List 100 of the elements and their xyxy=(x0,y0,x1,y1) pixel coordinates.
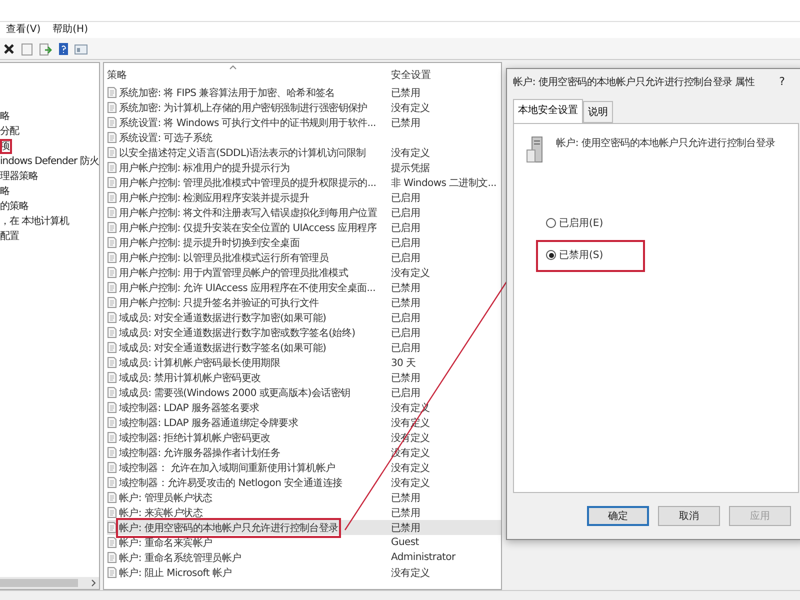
policy-row[interactable]: 系统加密: 为计算机上存储的用户密钥强制进行强密钥保护 没有定义 xyxy=(107,100,501,115)
policy-row[interactable]: 域控制器：允许易受攻击的 Netlogon 安全通道连接 没有定义 xyxy=(107,475,501,490)
policy-row[interactable]: 系统设置: 可选子系统 xyxy=(107,130,501,145)
delete-icon[interactable] xyxy=(2,42,16,56)
policy-row[interactable]: 用户帐户控制: 以管理员批准模式运行所有管理员 已启用 xyxy=(107,250,501,265)
policy-icon xyxy=(107,522,117,533)
policy-row[interactable]: 用户帐户控制: 提示提升时切换到安全桌面 已启用 xyxy=(107,235,501,250)
tree-item[interactable]: 略 xyxy=(0,184,12,199)
policy-name: 用户帐户控制: 提示提升时切换到安全桌面 xyxy=(119,236,300,250)
policy-row[interactable]: 域成员: 计算机帐户密码最长使用期限 30 天 xyxy=(107,355,501,370)
policy-icon xyxy=(107,567,117,578)
dialog-button[interactable]: 确定 xyxy=(587,506,649,526)
policy-row[interactable]: 用户帐户控制: 管理员批准模式中管理员的提升权限提示的... 非 Windows 二进制文... xyxy=(107,175,501,190)
policy-row[interactable]: 用户帐户控制: 标准用户的提升提示行为 提示凭据 xyxy=(107,160,501,175)
tree-item[interactable]: 略 xyxy=(0,109,12,124)
help-icon[interactable] xyxy=(56,42,70,56)
policy-row[interactable]: 帐户: 重命名系统管理员帐户 Administrator xyxy=(107,550,501,565)
sort-caret-icon xyxy=(229,65,237,70)
security-setting: Administrator xyxy=(391,552,456,563)
horizontal-scrollbar[interactable] xyxy=(0,577,99,589)
policy-icon xyxy=(107,207,117,218)
policy-icon xyxy=(107,462,117,473)
policy-row[interactable]: 用户帐户控制: 检测应用程序安装并提示提升 已启用 xyxy=(107,190,501,205)
policy-name: 域成员: 需要强(Windows 2000 或更高版本)会话密钥 xyxy=(119,386,350,400)
policy-row[interactable]: 帐户: 管理员帐户状态 已禁用 xyxy=(107,490,501,505)
policy-row[interactable]: 域控制器： 允许在加入域期间重新使用计算机帐户 没有定义 xyxy=(107,460,501,475)
help-button[interactable]: ? xyxy=(779,75,785,93)
menu-item[interactable]: 查看(V) xyxy=(6,22,41,38)
policy-row[interactable]: 用户帐户控制: 仅提升安装在安全位置的 UIAccess 应用程序 已启用 xyxy=(107,220,501,235)
policy-name: 域控制器: 允许服务器操作者计划任务 xyxy=(119,446,280,460)
dialog-tab[interactable]: 本地安全设置 xyxy=(513,99,583,123)
security-setting: 没有定义 xyxy=(391,102,430,114)
policy-row[interactable]: 域成员: 禁用计算机帐户密码更改 已禁用 xyxy=(107,370,501,385)
policy-icon xyxy=(107,162,117,173)
policy-row[interactable]: 用户帐户控制: 允许 UIAccess 应用程序在不使用安全桌面... 已禁用 xyxy=(107,280,501,295)
policy-name: 帐户: 阻止 Microsoft 帐户 xyxy=(119,566,232,580)
security-setting: 已启用 xyxy=(391,192,420,204)
policy-name: 域控制器：允许易受攻击的 Netlogon 安全通道连接 xyxy=(119,476,342,490)
tree-item[interactable]: 配置 xyxy=(0,229,21,244)
policy-icon xyxy=(107,222,117,233)
policy-row[interactable]: 用户帐户控制: 只提升签名并验证的可执行文件 已禁用 xyxy=(107,295,501,310)
dialog-button[interactable]: 取消 xyxy=(658,506,720,526)
policy-row[interactable]: 用户帐户控制: 用于内置管理员帐户的管理员批准模式 没有定义 xyxy=(107,265,501,280)
computer-tower-icon xyxy=(526,136,544,164)
policy-row[interactable]: 域成员: 对安全通道数据进行数字加密或数字签名(始终) 已启用 xyxy=(107,325,501,340)
security-setting: 没有定义 xyxy=(391,476,430,490)
policy-row[interactable]: 域成员: 需要强(Windows 2000 或更高版本)会话密钥 已启用 xyxy=(107,385,501,400)
policy-name: 帐户: 来宾帐户状态 xyxy=(119,506,203,520)
policy-row[interactable]: 系统加密: 将 FIPS 兼容算法用于加密、哈希和签名 已禁用 xyxy=(107,85,501,100)
tree-item[interactable]: 分配 xyxy=(0,124,21,139)
tree-item[interactable]: 的策略 xyxy=(0,199,30,214)
security-setting: 已启用 xyxy=(391,252,420,264)
console-icon[interactable] xyxy=(74,42,88,56)
column-header[interactable]: 安全设置 xyxy=(391,68,491,82)
menu-item[interactable]: 帮助(H) xyxy=(52,22,88,38)
export-icon[interactable] xyxy=(38,42,52,56)
security-setting: 没有定义 xyxy=(391,146,430,160)
policy-row[interactable]: 帐户: 使用空密码的本地帐户只允许进行控制台登录 已禁用 xyxy=(107,520,501,535)
policy-name: 帐户: 管理员帐户状态 xyxy=(119,492,212,504)
policy-row[interactable]: 帐户: 重命名来宾帐户 Guest xyxy=(107,535,501,550)
security-setting: 已启用 xyxy=(391,342,420,354)
policy-row[interactable]: 以安全描述符定义语言(SDDL)语法表示的计算机访问限制 没有定义 xyxy=(107,145,501,160)
dialog-title: 帐户: 使用空密码的本地帐户只允许进行控制台登录 属性 xyxy=(513,76,755,90)
dialog-tab[interactable]: 说明 xyxy=(583,101,613,123)
security-setting: 没有定义 xyxy=(391,462,430,474)
policy-name: 用户帐户控制: 仅提升安装在安全位置的 UIAccess 应用程序 xyxy=(119,222,377,234)
policy-name: 用户帐户控制: 以管理员批准模式运行所有管理员 xyxy=(119,252,329,264)
policy-name: 域成员: 对安全通道数据进行数字签名(如果可能) xyxy=(119,342,326,354)
policy-icon xyxy=(107,372,117,383)
security-setting: Guest xyxy=(391,537,419,548)
chevron-right-icon[interactable] xyxy=(91,579,97,587)
security-setting: 已启用 xyxy=(391,206,420,220)
tree-item[interactable]: ，在 本地计算机 xyxy=(0,214,72,229)
tree-item[interactable]: 理器策略 xyxy=(0,169,40,184)
policy-icon xyxy=(107,282,117,293)
policy-row[interactable]: 域成员: 对安全通道数据进行数字加密(如果可能) 已启用 xyxy=(107,310,501,325)
policy-row[interactable]: 帐户: 来宾帐户状态 已禁用 xyxy=(107,505,501,520)
policy-name: 用户帐户控制: 将文件和注册表写入错误虚拟化到每用户位置 xyxy=(119,206,378,220)
policy-row[interactable]: 系统设置: 将 Windows 可执行文件中的证书规则用于软件... 已禁用 xyxy=(107,115,501,130)
radio-option[interactable]: 已禁用(S) xyxy=(536,240,646,272)
policy-name: 用户帐户控制: 检测应用程序安装并提示提升 xyxy=(119,192,310,204)
tree-item[interactable]: indows Defender 防火 xyxy=(0,154,99,169)
security-setting: 已禁用 xyxy=(391,506,420,520)
policy-icon xyxy=(107,147,117,158)
policy-row[interactable]: 用户帐户控制: 将文件和注册表写入错误虚拟化到每用户位置 已启用 xyxy=(107,205,501,220)
policy-icon xyxy=(107,297,117,308)
security-setting: 已启用 xyxy=(391,222,420,234)
security-setting: 已启用 xyxy=(391,312,420,324)
column-header[interactable]: 策略 xyxy=(107,68,391,82)
policy-name: 帐户: 使用空密码的本地帐户只允许进行控制台登录 xyxy=(119,520,338,534)
policy-name: 域控制器： 允许在加入域期间重新使用计算机帐户 xyxy=(119,462,336,474)
policy-icon xyxy=(107,342,117,353)
policy-icon xyxy=(107,387,117,398)
policy-row[interactable]: 域成员: 对安全通道数据进行数字签名(如果可能) 已启用 xyxy=(107,340,501,355)
policy-name: 用户帐户控制: 用于内置管理员帐户的管理员批准模式 xyxy=(119,266,348,280)
policy-row[interactable]: 帐户: 阻止 Microsoft 帐户 没有定义 xyxy=(107,565,501,580)
policy-name: 域成员: 对安全通道数据进行数字加密或数字签名(始终) xyxy=(119,326,356,340)
policy-icon xyxy=(107,102,117,113)
policy-icon xyxy=(107,87,117,98)
radio-option[interactable]: 已启用(E) xyxy=(536,208,646,240)
